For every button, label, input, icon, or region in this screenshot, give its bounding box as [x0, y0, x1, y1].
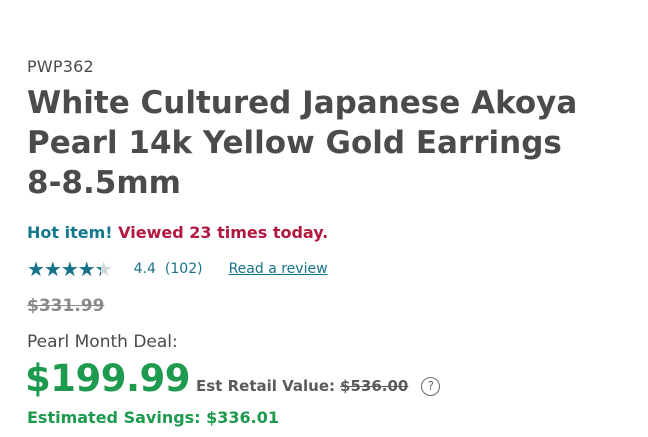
rating-row: ★★★★★ ★★★★★ 4.4 (102) Read a review	[27, 258, 328, 280]
views-today-label: Viewed 23 times today.	[118, 223, 329, 242]
sale-price: $199.99	[25, 357, 191, 400]
star-rating-fill: ★★★★★	[27, 259, 101, 279]
question-circle-icon[interactable]: ?	[421, 377, 441, 396]
popularity-notice: Hot item! Viewed 23 times today.	[27, 223, 328, 242]
est-retail-value: $536.00	[340, 377, 409, 395]
estimated-savings: Estimated Savings: $336.01	[27, 408, 280, 427]
est-retail-label: Est Retail Value:	[196, 377, 336, 395]
read-review-link[interactable]: Read a review	[229, 261, 328, 277]
product-summary: PWP362 White Cultured Japanese Akoya Pea…	[0, 0, 648, 437]
product-title: White Cultured Japanese Akoya Pearl 14k …	[27, 85, 578, 201]
original-price: $331.99	[27, 296, 105, 316]
hot-item-label: Hot item!	[27, 223, 113, 242]
rating-score: 4.4	[133, 261, 156, 277]
product-sku: PWP362	[27, 57, 94, 76]
rating-count[interactable]: (102)	[165, 261, 203, 277]
star-rating-icon[interactable]: ★★★★★ ★★★★★	[27, 259, 113, 279]
deal-label: Pearl Month Deal:	[27, 332, 178, 352]
price-row: $199.99 Est Retail Value: $536.00 ?	[25, 357, 441, 401]
